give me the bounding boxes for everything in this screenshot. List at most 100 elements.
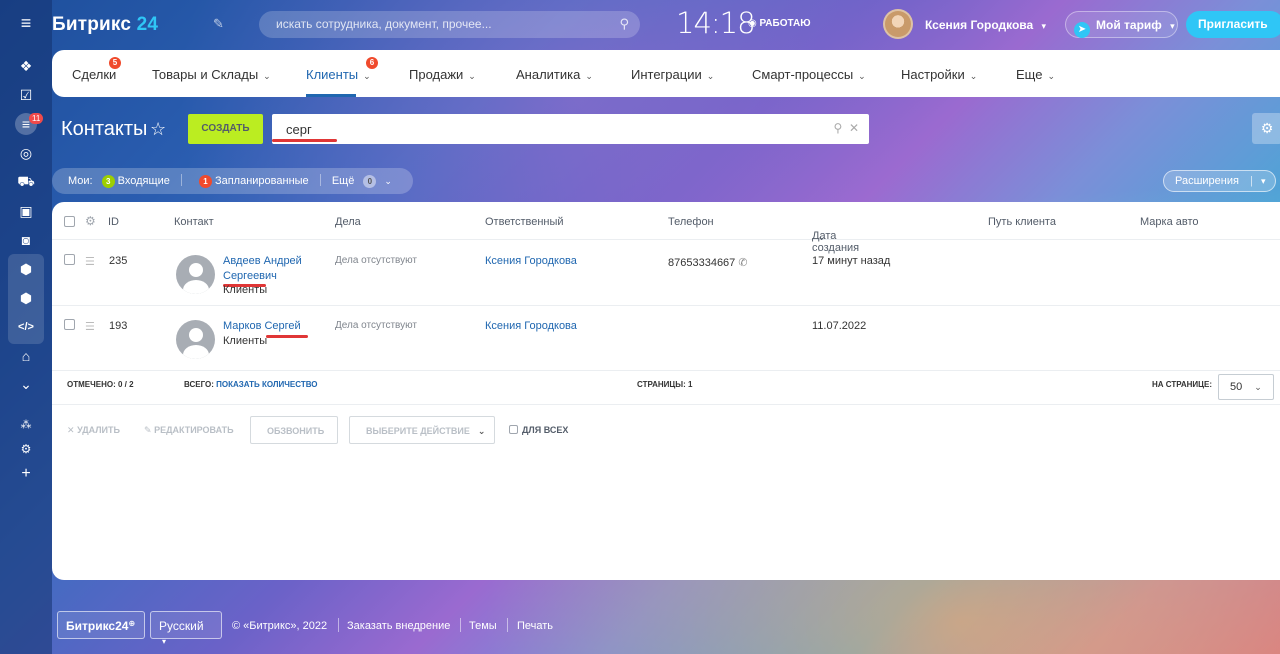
per-page-label: НА СТРАНИЦЕ: xyxy=(1152,380,1213,389)
filter-search-input[interactable]: серг ⚲ ✕ xyxy=(272,114,869,144)
col-responsible[interactable]: Ответственный xyxy=(485,216,564,228)
nav-products-label: Товары и Склады xyxy=(152,67,259,82)
show-count-link[interactable]: ПОКАЗАТЬ КОЛИЧЕСТВО xyxy=(216,380,317,389)
global-search-input[interactable]: искать сотрудника, документ, прочее... ⚲ xyxy=(259,11,640,38)
nav-integrations[interactable]: Интеграции ⌄ xyxy=(631,67,714,82)
col-phone[interactable]: Телефон xyxy=(668,216,714,228)
responsible-link[interactable]: Ксения Городкова xyxy=(485,255,577,267)
close-icon[interactable]: ✕ xyxy=(849,121,859,135)
delete-label: УДАЛИТЬ xyxy=(77,425,120,435)
counter-incoming[interactable]: Входящие xyxy=(118,175,170,187)
counter-more[interactable]: Ещё xyxy=(332,175,355,187)
col-car-brand[interactable]: Марка авто xyxy=(1140,216,1199,228)
created-date: 17 минут назад xyxy=(812,255,891,267)
search-icon[interactable]: ⚲ xyxy=(833,121,842,135)
edit-action[interactable]: ✎ РЕДАКТИРОВАТЬ xyxy=(144,425,234,436)
per-page-select[interactable]: 50 ⌄ xyxy=(1218,374,1274,400)
edit-label: РЕДАКТИРОВАТЬ xyxy=(154,425,234,435)
logo[interactable]: Битрикс 24 xyxy=(52,14,158,36)
col-id[interactable]: ID xyxy=(108,216,119,228)
contact-name-line2[interactable]: Сергеевич xyxy=(223,269,277,284)
phone-cell[interactable]: 87653334667 ✆ xyxy=(668,256,748,269)
for-all-label[interactable]: ДЛЯ ВСЕХ xyxy=(522,425,568,435)
nav-analytics[interactable]: Аналитика ⌄ xyxy=(516,67,593,82)
row-checkbox[interactable] xyxy=(64,254,75,265)
drag-handle-icon[interactable]: ☰ xyxy=(85,255,95,268)
table-row[interactable]: ☰ 235 Авдеев Андрей Сергеевич Клиенты Де… xyxy=(52,241,1280,306)
nav-sales[interactable]: Продажи ⌄ xyxy=(409,67,476,82)
pages-value[interactable]: 1 xyxy=(688,380,692,389)
print-link[interactable]: Печать xyxy=(517,620,553,632)
pencil-icon[interactable]: ✎ xyxy=(213,16,224,32)
star-icon[interactable]: ☆ xyxy=(150,119,166,140)
user-menu[interactable]: Ксения Городкова ▾ xyxy=(925,18,1046,32)
extensions-label: Расширения xyxy=(1175,175,1239,187)
incoming-count: 3 xyxy=(101,175,115,188)
pages-info: СТРАНИЦЫ: 1 xyxy=(637,380,692,389)
bank-icon[interactable]: ⌂ xyxy=(14,345,38,367)
box-icon[interactable]: ⬢ xyxy=(14,258,38,280)
tasks-icon[interactable]: ☑ xyxy=(14,84,38,106)
settings-gear-button[interactable]: ⚙ xyxy=(1252,113,1280,144)
nav-clients[interactable]: Клиенты ⌄ xyxy=(306,67,371,82)
cube-icon[interactable]: ⬢ xyxy=(14,287,38,309)
responsible-link[interactable]: Ксения Городкова xyxy=(485,320,577,332)
nav-deals[interactable]: Сделки xyxy=(72,67,116,82)
nav-smart-processes-label: Смарт-процессы xyxy=(752,67,854,82)
activity-icon[interactable]: ❖ xyxy=(14,55,38,77)
action-select[interactable]: ВЫБЕРИТЕ ДЕЙСТВИЕ ⌄ xyxy=(349,416,495,444)
themes-link[interactable]: Темы xyxy=(469,620,497,632)
row-checkbox[interactable] xyxy=(64,319,75,330)
order-link[interactable]: Заказать внедрение xyxy=(347,620,450,632)
action-select-value: ВЫБЕРИТЕ ДЕЙСТВИЕ xyxy=(366,426,470,436)
work-status[interactable]: ◉ РАБОТАЮ xyxy=(748,18,811,29)
nav-smart-processes[interactable]: Смарт-процессы ⌄ xyxy=(752,67,866,82)
nav-more[interactable]: Еще ⌄ xyxy=(1016,67,1055,82)
footer-logo[interactable]: Битрикс24⊕ xyxy=(57,611,145,639)
drag-handle-icon[interactable]: ☰ xyxy=(85,320,95,333)
gear-icon[interactable]: ⚙ xyxy=(14,438,38,460)
sidebar-badge: 11 xyxy=(29,113,44,124)
col-contact[interactable]: Контакт xyxy=(174,216,214,228)
sitemap-icon[interactable]: ⁂ xyxy=(14,413,38,435)
filter-search-value: серг xyxy=(286,122,312,137)
select-all-checkbox[interactable] xyxy=(64,216,75,227)
chevron-down-icon[interactable]: ⌄ xyxy=(384,176,392,186)
nav-products[interactable]: Товары и Склады ⌄ xyxy=(152,67,271,82)
separator xyxy=(338,618,339,632)
phone-call-icon[interactable]: ✆ xyxy=(738,257,747,269)
clock: 14:18 xyxy=(676,6,756,40)
search-placeholder: искать сотрудника, документ, прочее... xyxy=(276,17,492,31)
col-deals[interactable]: Дела xyxy=(335,216,361,228)
create-button[interactable]: СОЗДАТЬ xyxy=(188,114,263,144)
nav-sales-label: Продажи xyxy=(409,67,464,82)
table-row[interactable]: ☰ 193 Марков Сергей Клиенты Дела отсутст… xyxy=(52,306,1280,371)
plus-icon[interactable]: + xyxy=(14,463,38,485)
code-icon[interactable]: </> xyxy=(14,316,38,338)
search-icon[interactable]: ⚲ xyxy=(619,16,629,32)
avatar[interactable] xyxy=(883,9,913,39)
col-client-path[interactable]: Путь клиента xyxy=(988,216,1056,228)
chevron-down-icon: ▾ xyxy=(1041,21,1047,31)
menu-icon[interactable]: ≡ xyxy=(14,12,38,34)
call-button[interactable]: ОБЗВОНИТЬ xyxy=(250,416,338,444)
contact-card-icon[interactable]: ▣ xyxy=(14,200,38,222)
language-select[interactable]: Русский ▾ xyxy=(150,611,222,646)
contact-name[interactable]: Авдеев Андрей xyxy=(223,254,302,269)
footer-logo-text: Битрикс24 xyxy=(66,619,129,633)
tariff-button[interactable]: ➤ Мой тариф ▾ xyxy=(1065,11,1178,38)
extensions-button[interactable]: Расширения | ▾ xyxy=(1163,170,1276,192)
column-settings-icon[interactable]: ⚙ xyxy=(85,214,96,228)
chevron-down-circle-icon[interactable]: ⌄ xyxy=(14,373,38,395)
counter-planned[interactable]: Запланированные xyxy=(215,175,309,187)
delete-action[interactable]: ✕ УДАЛИТЬ xyxy=(67,425,120,436)
target-icon[interactable]: ◎ xyxy=(14,142,38,164)
for-all-checkbox[interactable] xyxy=(509,425,518,434)
robot-icon[interactable]: ◙ xyxy=(14,229,38,251)
globe-icon: ⊕ xyxy=(128,619,136,628)
invite-button[interactable]: Пригласить xyxy=(1186,11,1280,38)
contact-name[interactable]: Марков Сергей xyxy=(223,319,301,334)
nav-settings[interactable]: Настройки ⌄ xyxy=(901,67,977,82)
chevron-down-icon: ⌄ xyxy=(858,71,866,81)
cart-icon[interactable]: ⛟ xyxy=(14,171,38,193)
